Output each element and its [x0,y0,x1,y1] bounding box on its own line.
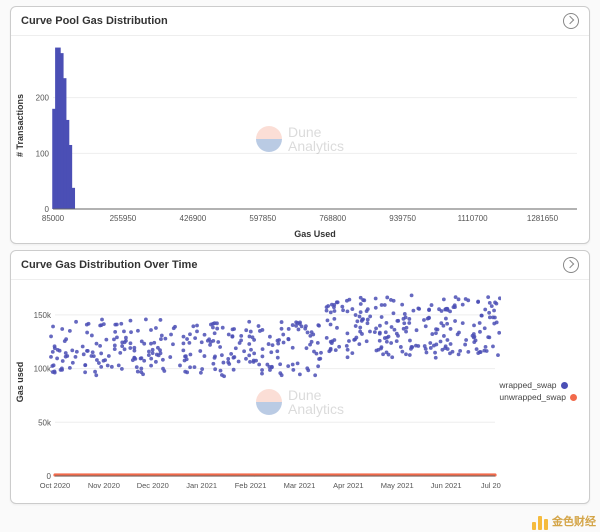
attribution-watermark: 金色财经 [531,512,596,530]
chart-title: Curve Gas Distribution Over Time [21,259,197,271]
legend-dot-icon [570,394,577,401]
expand-icon[interactable] [563,13,579,29]
svg-text:Feb 2021: Feb 2021 [235,481,267,490]
svg-text:May 2021: May 2021 [381,481,414,490]
svg-text:150k: 150k [34,311,52,320]
plot-area-2: DuneAnalytics 050k100k150kOct 2020Nov 20… [11,280,589,502]
svg-text:Jun 2021: Jun 2021 [431,481,462,490]
svg-text:100: 100 [36,149,50,158]
chart-card-gas-over-time: Curve Gas Distribution Over Time DuneAna… [10,250,590,504]
svg-text:Gas Used: Gas Used [294,229,336,239]
chart-card-pool-gas: Curve Pool Gas Distribution DuneAnalytic… [10,6,590,244]
svg-text:1110700: 1110700 [458,214,489,223]
svg-text:50k: 50k [38,418,52,427]
attribution-icon [531,512,549,530]
svg-text:Oct 2020: Oct 2020 [40,481,70,490]
svg-text:Jan 2021: Jan 2021 [186,481,217,490]
legend-label: wrapped_swap [499,380,556,390]
svg-text:768800: 768800 [319,214,346,223]
svg-text:Gas used: Gas used [15,362,25,403]
svg-text:# Transactions: # Transactions [15,94,25,157]
legend-item-wrapped: wrapped_swap [499,380,581,390]
svg-text:Mar 2021: Mar 2021 [284,481,316,490]
card-header: Curve Pool Gas Distribution [11,7,589,36]
scatter-chart-svg: 0 50k 100k 150k Oct 2020 Nov 2020 Dec 2020 Jan … [11,280,501,502]
svg-text:Nov 2020: Nov 2020 [88,481,120,490]
chart-title: Curve Pool Gas Distribution [21,15,168,27]
legend-label: unwrapped_swap [499,392,566,402]
legend-item-unwrapped: unwrapped_swap [499,392,581,402]
svg-text:255950: 255950 [110,214,137,223]
svg-text:200: 200 [36,94,50,103]
svg-text:Apr 2021: Apr 2021 [333,481,363,490]
svg-text:Jul 2021: Jul 2021 [481,481,501,490]
attribution-text: 金色财经 [552,513,596,529]
legend: wrapped_swap unwrapped_swap [499,378,581,404]
svg-text:0: 0 [45,205,50,214]
svg-text:1281650: 1281650 [527,214,559,223]
svg-text:85000: 85000 [42,214,65,223]
svg-text:939750: 939750 [389,214,416,223]
svg-text:0: 0 [47,472,52,481]
svg-text:597850: 597850 [249,214,276,223]
svg-text:100k: 100k [34,365,52,374]
svg-text:Dec 2020: Dec 2020 [137,481,169,490]
card-header: Curve Gas Distribution Over Time [11,251,589,280]
bar-chart-svg: 0 100 200 85000 255950 426900 597850 768800 9397… [11,36,587,241]
legend-dot-icon [561,382,568,389]
svg-text:426900: 426900 [180,214,207,223]
plot-area-1: DuneAnalytics 01002008500025595042690059… [11,36,589,241]
expand-icon[interactable] [563,257,579,273]
